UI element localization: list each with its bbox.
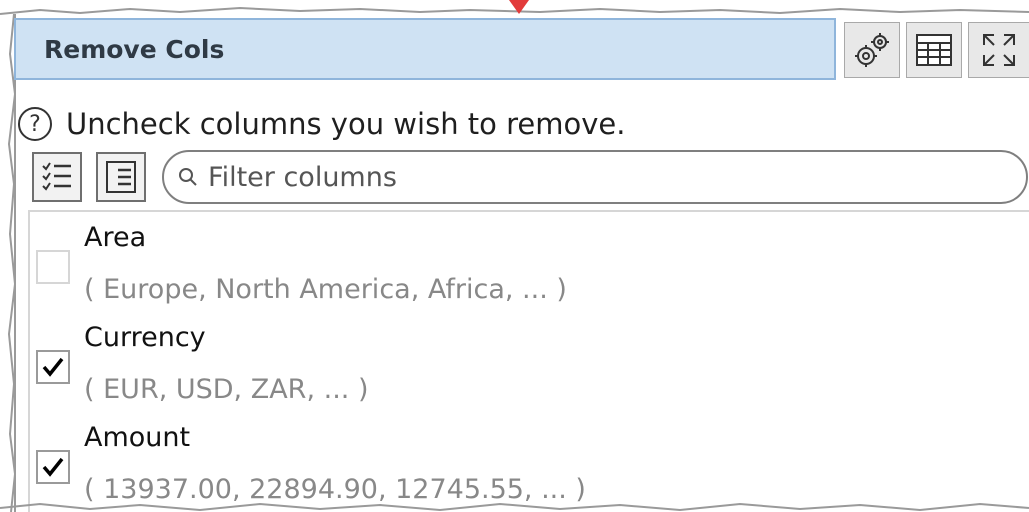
filter-field[interactable] [162, 150, 1028, 204]
expand-icon [983, 34, 1015, 66]
maximize-button[interactable] [968, 22, 1029, 78]
column-sample-values: ( Europe, North America, Africa, ... ) [84, 274, 567, 305]
torn-edge-left [7, 14, 17, 512]
column-checkbox-area[interactable] [36, 250, 70, 284]
table-view-button[interactable] [906, 22, 962, 78]
column-name: Area [84, 222, 147, 253]
column-sample-values: ( EUR, USD, ZAR, ... ) [84, 374, 369, 405]
settings-button[interactable] [844, 22, 900, 78]
torn-edge-bottom [0, 502, 1029, 512]
column-name: Amount [84, 422, 191, 453]
column-checkbox-amount[interactable] [36, 450, 70, 484]
help-row: ? Uncheck columns you wish to remove. [18, 104, 625, 144]
list-icon [106, 161, 136, 193]
search-icon [179, 168, 197, 186]
help-icon[interactable]: ? [18, 107, 52, 141]
checkmark-icon [42, 357, 64, 377]
column-list[interactable]: Area ( Europe, North America, Africa, ..… [28, 210, 1029, 512]
column-checkbox-currency[interactable] [36, 350, 70, 384]
panel-title: Remove Cols [14, 18, 836, 80]
checklist-icon [42, 162, 71, 191]
help-text: Uncheck columns you wish to remove. [66, 107, 626, 141]
uncheck-all-button[interactable] [96, 152, 146, 202]
filter-input[interactable] [206, 160, 990, 194]
list-item-currency[interactable]: Currency ( EUR, USD, ZAR, ... ) [30, 312, 1020, 412]
check-all-button[interactable] [32, 152, 82, 202]
gear-icon [855, 33, 889, 67]
list-item-area[interactable]: Area ( Europe, North America, Africa, ..… [30, 212, 1020, 312]
table-icon [916, 34, 952, 66]
checkmark-icon [42, 457, 64, 477]
list-item-amount[interactable]: Amount ( 13937.00, 22894.90, 12745.55, .… [30, 412, 1020, 512]
column-name: Currency [84, 322, 206, 353]
